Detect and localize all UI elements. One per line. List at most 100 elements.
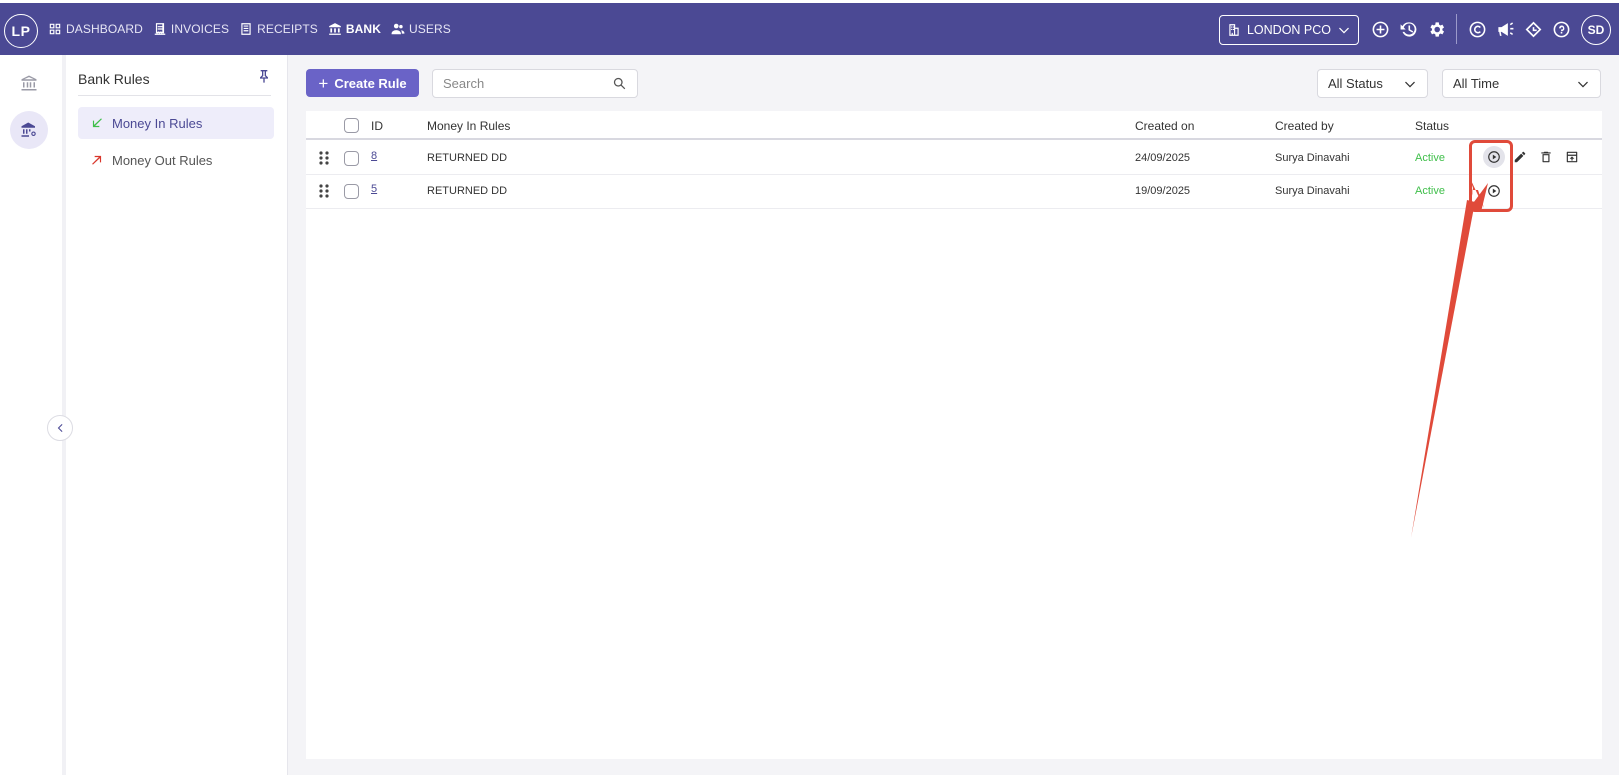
pin-button[interactable]	[256, 68, 274, 86]
select-all-checkbox[interactable]	[344, 118, 359, 133]
users-icon	[391, 23, 405, 35]
rule-id-link[interactable]: 8	[371, 150, 377, 162]
history-icon	[1400, 21, 1416, 37]
chevron-down-icon	[1339, 27, 1349, 34]
panel-item-label: Money Out Rules	[112, 152, 213, 168]
created-on: 24/09/2025	[1135, 152, 1191, 164]
archive-rule-button[interactable]	[1561, 146, 1583, 168]
row-checkbox[interactable]	[344, 184, 359, 199]
main-nav: DASHBOARD INVOICES RECEIPTS BANK USERS	[48, 0, 461, 55]
time-filter-value: All Time	[1453, 76, 1500, 91]
column-header-created-by[interactable]: Created by	[1275, 119, 1334, 133]
help-button[interactable]	[1547, 15, 1575, 43]
user-avatar[interactable]: SD	[1581, 15, 1611, 45]
rule-name: RETURNED DD	[427, 185, 508, 197]
rail-bank[interactable]	[10, 64, 48, 102]
settings-button[interactable]	[1422, 15, 1450, 43]
table-header: ID Money In Rules Created on Created by …	[306, 111, 1602, 140]
rules-table: ID Money In Rules Created on Created by …	[306, 111, 1602, 759]
column-header-name[interactable]: Money In Rules	[427, 119, 510, 133]
column-header-status[interactable]: Status	[1415, 119, 1449, 133]
add-circle-icon	[1372, 21, 1388, 37]
nav-receipts[interactable]: RECEIPTS	[239, 3, 318, 55]
nav-bank[interactable]: BANK	[327, 0, 382, 55]
announcements-button[interactable]	[1491, 15, 1519, 43]
column-header-created-on[interactable]: Created on	[1135, 119, 1194, 133]
currency-icon	[1469, 21, 1485, 37]
nav-invoices[interactable]: INVOICES	[153, 3, 229, 55]
diamond-button[interactable]	[1519, 15, 1547, 43]
diamond-icon	[1525, 21, 1541, 37]
rail-bank-rules[interactable]	[10, 111, 48, 149]
status-badge: Active	[1415, 152, 1445, 164]
create-rule-button[interactable]: + Create Rule	[306, 69, 419, 97]
settings-icon	[1429, 21, 1444, 37]
created-by: Surya Dinavahi	[1275, 185, 1350, 197]
app-logo[interactable]: LP	[4, 14, 38, 48]
status-badge: Active	[1415, 185, 1445, 197]
created-by: Surya Dinavahi	[1275, 152, 1350, 164]
archive-icon	[1566, 151, 1578, 163]
panel-title: Bank Rules	[78, 71, 150, 87]
nav-dashboard[interactable]: DASHBOARD	[48, 3, 143, 55]
create-rule-label: Create Rule	[334, 75, 407, 91]
status-filter-select[interactable]: All Status	[1317, 69, 1428, 98]
drag-handle[interactable]	[319, 151, 329, 165]
status-filter-value: All Status	[1328, 76, 1383, 91]
drag-handle-icon	[319, 151, 329, 165]
chevron-left-icon	[57, 424, 63, 432]
nav-dashboard-label: DASHBOARD	[66, 22, 143, 36]
help-icon	[1553, 21, 1569, 37]
time-filter-select[interactable]: All Time	[1442, 69, 1601, 98]
bank-rules-panel: Bank Rules Money In Rules Money Out Rule…	[66, 55, 288, 775]
collapse-panel-button[interactable]	[47, 415, 73, 441]
row-checkbox[interactable]	[344, 151, 359, 166]
search-icon	[613, 77, 626, 90]
search-box[interactable]	[432, 69, 638, 98]
invoice-icon	[154, 23, 166, 35]
column-header-id[interactable]: ID	[371, 119, 383, 133]
panel-item-label: Money In Rules	[112, 115, 203, 131]
receipt-icon	[241, 23, 251, 35]
top-divider	[1456, 14, 1457, 44]
created-on: 19/09/2025	[1135, 185, 1191, 197]
chevron-down-icon	[1405, 81, 1415, 87]
nav-receipts-label: RECEIPTS	[257, 22, 318, 36]
bank-settings-icon	[21, 122, 36, 137]
table-row[interactable]: 8 RETURNED DD 24/09/2025 Surya Dinavahi …	[306, 141, 1602, 175]
left-rail	[0, 55, 62, 775]
annotation-highlight-box	[1469, 140, 1513, 212]
chevron-down-icon	[1578, 81, 1588, 87]
nav-bank-label: BANK	[345, 22, 381, 36]
pencil-icon	[1514, 151, 1526, 163]
drag-handle-icon	[319, 184, 329, 198]
pin-icon	[260, 70, 268, 83]
company-selector[interactable]: LONDON PCO	[1219, 15, 1359, 45]
nav-invoices-label: INVOICES	[170, 22, 230, 36]
top-navigation-bar: LP DASHBOARD INVOICES RECEIPTS BANK USER…	[0, 0, 1619, 55]
panel-item-money-in-rules[interactable]: Money In Rules	[78, 107, 274, 139]
history-button[interactable]	[1394, 15, 1422, 43]
announcement-icon	[1497, 21, 1513, 36]
table-row[interactable]: 5 RETURNED DD 19/09/2025 Surya Dinavahi …	[306, 175, 1602, 209]
arrow-up-right-icon	[92, 155, 102, 165]
building-icon	[1229, 24, 1239, 36]
arrow-down-left-icon	[92, 118, 102, 128]
currency-button[interactable]	[1463, 15, 1491, 43]
bank-icon	[329, 23, 341, 35]
plus-icon: +	[318, 73, 329, 93]
rule-id-link[interactable]: 5	[371, 183, 377, 195]
panel-item-money-out-rules[interactable]: Money Out Rules	[78, 144, 274, 176]
bank-icon	[21, 75, 37, 91]
company-label: LONDON PCO	[1246, 23, 1332, 37]
trash-icon	[1541, 151, 1551, 163]
dashboard-icon	[49, 23, 61, 35]
search-input[interactable]	[443, 76, 603, 91]
add-button[interactable]	[1366, 15, 1394, 43]
drag-handle[interactable]	[319, 184, 329, 198]
rule-name: RETURNED DD	[427, 152, 508, 164]
panel-divider	[78, 95, 271, 96]
nav-users[interactable]: USERS	[391, 3, 451, 55]
top-icon-group	[1366, 3, 1575, 55]
delete-rule-button[interactable]	[1535, 146, 1557, 168]
